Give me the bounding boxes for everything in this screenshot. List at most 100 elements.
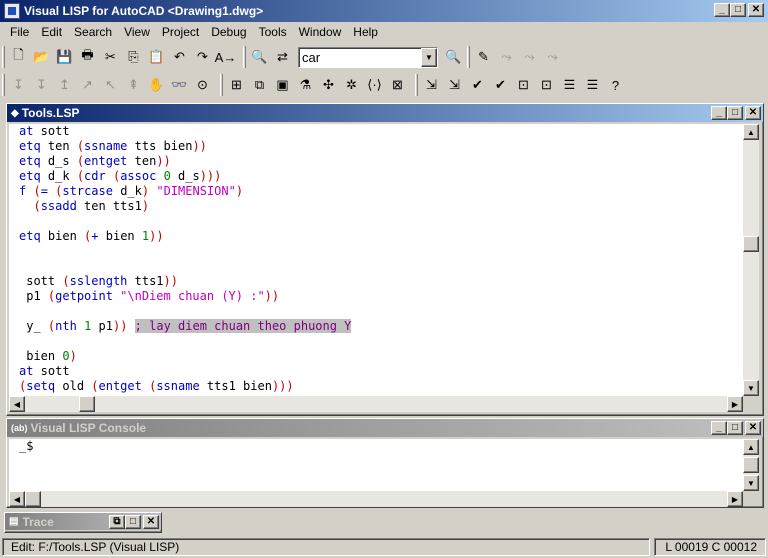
inspect-icon[interactable]: ⚗ — [294, 74, 317, 96]
clear-bookmarks-icon[interactable]: ⤳ — [541, 46, 564, 68]
watch-window-icon[interactable]: ⊠ — [386, 74, 409, 96]
trace-maximize-button[interactable]: □ — [125, 514, 141, 529]
window-select-icon[interactable]: ⧉ — [248, 74, 271, 96]
continue-icon[interactable]: ↗ — [76, 74, 99, 96]
code-editor[interactable]: at sott etq ten (ssname tts bien)) etq d_s… — [9, 124, 743, 396]
code-token: y_ — [19, 319, 48, 333]
visual-lisp-console-icon[interactable]: ▣ — [271, 74, 294, 96]
print-icon[interactable]: 🖶 — [76, 46, 99, 68]
scroll-right-icon[interactable]: ▶ — [727, 396, 743, 412]
trace-window-minimized[interactable]: ▤ Trace ⧉ □ ✕ — [4, 512, 162, 533]
minimize-button[interactable]: _ — [714, 3, 730, 17]
previous-bookmark-icon[interactable]: ⤳ — [518, 46, 541, 68]
add-watch-icon[interactable]: 👓 — [168, 74, 191, 96]
editor-close-button[interactable]: ✕ — [745, 106, 761, 120]
console-scroll-up-icon[interactable]: ▲ — [743, 439, 759, 455]
find-icon[interactable]: 🔍 — [248, 46, 271, 68]
menu-file[interactable]: File — [4, 25, 35, 39]
code-token: etq — [19, 169, 41, 183]
vertical-scroll-thumb[interactable] — [743, 236, 759, 252]
last-break-icon[interactable]: ⊙ — [191, 74, 214, 96]
code-token: )) — [149, 229, 164, 243]
close-button[interactable]: ✕ — [748, 3, 764, 17]
console-vertical-thumb[interactable] — [743, 457, 759, 473]
activate-autocad-icon[interactable]: ⊞ — [225, 74, 248, 96]
format-selection-icon[interactable]: ⊡ — [535, 74, 558, 96]
maximize-button[interactable]: □ — [730, 3, 746, 17]
toggle-bookmark-icon[interactable]: ✎ — [472, 46, 495, 68]
menu-view[interactable]: View — [118, 25, 156, 39]
search-combo[interactable]: car ▼ — [298, 46, 438, 68]
apropos-icon[interactable]: ⟨·⟩ — [363, 74, 386, 96]
reset-icon[interactable]: ⇞ — [122, 74, 145, 96]
paste-icon[interactable]: 📋 — [145, 46, 168, 68]
cut-icon[interactable]: ✂ — [99, 46, 122, 68]
console-minimize-button[interactable]: _ — [711, 421, 727, 435]
code-token: ten — [127, 154, 157, 168]
editor-horizontal-scrollbar[interactable]: ◀ ▶ — [9, 396, 743, 412]
code-token: "\nDiem chuan (Y) :" — [120, 289, 265, 303]
console-horizontal-thumb[interactable] — [25, 491, 41, 507]
uncomment-block-icon[interactable]: ☰ — [581, 74, 604, 96]
trace-stack-icon[interactable]: ✣ — [317, 74, 340, 96]
code-token: ) — [69, 349, 77, 363]
redo-icon[interactable]: ↷ — [191, 46, 214, 68]
console-scroll-down-icon[interactable]: ▼ — [743, 475, 759, 491]
menu-help[interactable]: Help — [347, 25, 384, 39]
check-window-icon[interactable]: ✔ — [466, 74, 489, 96]
console-vertical-scrollbar[interactable]: ▲ ▼ — [743, 439, 759, 491]
console-horizontal-scrollbar[interactable]: ◀ ▶ — [9, 491, 743, 507]
scroll-up-icon[interactable]: ▲ — [743, 124, 759, 140]
find-next-icon[interactable]: 🔍 — [442, 46, 465, 68]
trace-icon: ▤ — [9, 516, 19, 527]
console-input-area[interactable]: _$ — [9, 439, 743, 491]
code-line: y_ (nth 1 p1)) ; lay diem chuan theo phu… — [9, 319, 743, 334]
quit-icon[interactable]: ↖ — [99, 74, 122, 96]
step-out-icon[interactable]: ↥ — [53, 74, 76, 96]
console-scroll-right-icon[interactable]: ▶ — [727, 491, 743, 507]
editor-vertical-scrollbar[interactable]: ▲ ▼ — [743, 124, 759, 396]
code-line: etq ten (ssname tts bien)) — [9, 139, 743, 154]
menu-debug[interactable]: Debug — [205, 25, 252, 39]
load-active-window-icon[interactable]: ⇲ — [420, 74, 443, 96]
help-icon[interactable]: ? — [604, 74, 627, 96]
code-token: ten — [40, 139, 77, 153]
comment-block-icon[interactable]: ☰ — [558, 74, 581, 96]
step-into-icon[interactable]: ↧ — [7, 74, 30, 96]
check-selection-icon[interactable]: ✔ — [489, 74, 512, 96]
scroll-down-icon[interactable]: ▼ — [743, 380, 759, 396]
menu-window[interactable]: Window — [293, 25, 348, 39]
code-token: tts bien — [127, 139, 193, 153]
trace-close-button[interactable]: ✕ — [143, 514, 159, 529]
horizontal-scroll-thumb[interactable] — [79, 396, 95, 412]
format-window-icon[interactable]: ⊡ — [512, 74, 535, 96]
toggle-breakpoint-icon[interactable]: ✋ — [145, 74, 168, 96]
console-maximize-button[interactable]: □ — [727, 421, 743, 435]
status-cursor-position: L 00019 C 00012 — [654, 538, 766, 556]
copy-icon[interactable]: ⎘ — [122, 46, 145, 68]
menu-edit[interactable]: Edit — [35, 25, 68, 39]
trace-restore-button[interactable]: ⧉ — [109, 514, 125, 529]
undo-icon[interactable]: ↶ — [168, 46, 191, 68]
symbol-service-icon[interactable]: ✲ — [340, 74, 363, 96]
toolbar-row-1: 🗋 📂 💾 🖶 ✂ ⎘ 📋 ↶ ↷ A→ 🔍 ⇄ car ▼ 🔍 ✎ ⤳ ⤳ ⤳ — [0, 43, 768, 71]
save-icon[interactable]: 💾 — [53, 46, 76, 68]
editor-minimize-button[interactable]: _ — [711, 106, 727, 120]
console-scroll-left-icon[interactable]: ◀ — [9, 491, 25, 507]
open-file-icon[interactable]: 📂 — [30, 46, 53, 68]
menu-project[interactable]: Project — [156, 25, 205, 39]
scroll-left-icon[interactable]: ◀ — [9, 396, 25, 412]
replace-icon[interactable]: ⇄ — [271, 46, 294, 68]
load-selection-icon[interactable]: ⇲ — [443, 74, 466, 96]
complete-word-icon[interactable]: A→ — [214, 46, 237, 68]
editor-maximize-button[interactable]: □ — [727, 106, 743, 120]
menu-search[interactable]: Search — [68, 25, 118, 39]
console-close-button[interactable]: ✕ — [745, 421, 761, 435]
chevron-down-icon[interactable]: ▼ — [421, 47, 437, 67]
next-bookmark-icon[interactable]: ⤳ — [495, 46, 518, 68]
new-file-icon[interactable]: 🗋 — [7, 46, 30, 68]
step-over-icon[interactable]: ↧ — [30, 74, 53, 96]
status-left: Edit: F:/Tools.LSP (Visual LISP) — [2, 538, 650, 556]
app-icon — [4, 3, 20, 19]
menu-tools[interactable]: Tools — [253, 25, 293, 39]
